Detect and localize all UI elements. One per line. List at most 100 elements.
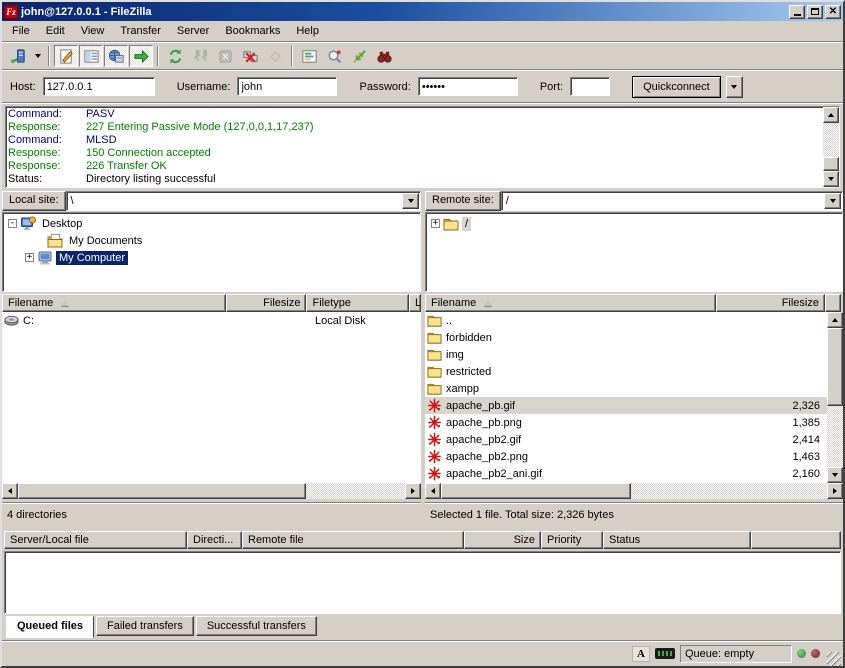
tree-item-my-documents[interactable]: My Documents (3, 232, 420, 249)
column-header-direction[interactable]: Directi... (187, 531, 242, 549)
local-hscrollbar[interactable] (2, 483, 421, 499)
transfer-type-indicator-icon[interactable]: A (632, 646, 650, 662)
menu-file[interactable]: File (4, 23, 38, 39)
quickconnect-button[interactable]: Quickconnect (632, 76, 721, 98)
speed-limit-indicator-icon[interactable] (655, 648, 675, 659)
tree-item-desktop[interactable]: - Desktop (3, 215, 420, 232)
column-header-status[interactable]: Status (603, 531, 751, 549)
column-header-priority[interactable]: Priority (541, 531, 603, 549)
toggle-local-tree-button[interactable] (79, 45, 103, 67)
scroll-up-button[interactable] (827, 312, 843, 328)
tab-failed-transfers[interactable]: Failed transfers (96, 616, 194, 636)
tab-queued-files[interactable]: Queued files (6, 616, 94, 638)
log-scrollbar[interactable] (823, 107, 839, 187)
toggle-message-log-button[interactable] (54, 45, 78, 67)
remote-file-row-selected[interactable]: apache_pb.gif 2,326 (425, 397, 827, 414)
quickconnect-bar: Host: Username: Password: Port: Quickcon… (2, 71, 843, 102)
remote-site-combo[interactable]: / (501, 191, 843, 211)
remote-hscrollbar[interactable] (425, 483, 843, 499)
scrollbar-thumb[interactable] (441, 483, 631, 499)
disconnect-button[interactable] (238, 45, 262, 67)
scroll-left-button[interactable] (2, 483, 18, 499)
menu-bookmarks[interactable]: Bookmarks (217, 23, 288, 39)
column-header-filename[interactable]: Filename (425, 294, 716, 312)
file-name: C: (23, 315, 34, 327)
scroll-down-button[interactable] (823, 171, 839, 187)
scroll-down-button[interactable] (827, 467, 843, 483)
scrollbar-thumb[interactable] (823, 157, 839, 171)
local-site-dropdown-button[interactable] (402, 193, 419, 209)
host-input[interactable] (43, 77, 155, 96)
remote-folder-row[interactable]: restricted (425, 363, 827, 380)
remote-file-row[interactable]: apache_pb2.gif 2,414 (425, 431, 827, 448)
scrollbar-thumb[interactable] (827, 328, 843, 406)
menu-view[interactable]: View (73, 23, 113, 39)
comparison-icon (326, 48, 343, 65)
username-input[interactable] (237, 77, 337, 96)
column-header-filesize[interactable]: Filesize (716, 294, 825, 312)
disk-drive-icon (4, 313, 20, 329)
synchronized-browsing-button[interactable] (347, 45, 371, 67)
log-text: PASV (86, 108, 115, 121)
process-queue-button[interactable] (188, 45, 212, 67)
collapse-expander[interactable]: - (8, 219, 17, 228)
file-name: xampp (446, 383, 479, 395)
remote-file-row[interactable]: apache_pb.png 1,385 (425, 414, 827, 431)
menu-edit[interactable]: Edit (38, 23, 73, 39)
window-title: john@127.0.0.1 - FileZilla (21, 6, 787, 18)
maximize-button[interactable] (807, 5, 823, 19)
scroll-left-button[interactable] (425, 483, 441, 499)
cancel-operation-button[interactable] (213, 45, 237, 67)
remote-folder-row[interactable]: .. (425, 312, 827, 329)
column-header-remote-file[interactable]: Remote file (242, 531, 464, 549)
directory-filters-button[interactable] (297, 45, 321, 67)
remote-folder-row[interactable]: xampp (425, 380, 827, 397)
port-input[interactable] (570, 77, 610, 96)
remote-vscrollbar[interactable] (827, 312, 843, 483)
toggle-transfer-queue-button[interactable] (129, 45, 153, 67)
directory-comparison-button[interactable] (322, 45, 346, 67)
quickconnect-dropdown-button[interactable] (726, 76, 743, 98)
refresh-button[interactable] (163, 45, 187, 67)
column-header-last-modified[interactable]: L (409, 294, 421, 312)
minimize-button[interactable] (789, 5, 805, 19)
file-size: 1,463 (792, 451, 820, 463)
send-activity-indicator-icon (811, 649, 820, 658)
scroll-right-button[interactable] (827, 483, 843, 499)
remote-folder-row[interactable]: forbidden (425, 329, 827, 346)
remote-site-dropdown-button[interactable] (824, 193, 841, 209)
column-header-filesize[interactable]: Filesize (226, 294, 307, 312)
remote-file-row[interactable]: apache_pb2.png 1,463 (425, 448, 827, 465)
column-header-size[interactable]: Size (464, 531, 541, 549)
reconnect-button[interactable] (263, 45, 287, 67)
find-files-button[interactable] (372, 45, 396, 67)
scroll-right-button[interactable] (405, 483, 421, 499)
column-header-server-local-file[interactable]: Server/Local file (4, 531, 187, 549)
menu-transfer[interactable]: Transfer (112, 23, 169, 39)
local-file-row[interactable]: C: Local Disk (2, 312, 421, 329)
tab-successful-transfers[interactable]: Successful transfers (196, 616, 317, 636)
site-manager-dropdown-button[interactable] (31, 45, 44, 67)
tree-item-root[interactable]: + / (426, 215, 842, 232)
image-file-icon (427, 432, 443, 448)
scrollbar-thumb[interactable] (18, 483, 306, 499)
remote-file-row[interactable]: apache_pb2_ani.gif 2,160 (425, 465, 827, 482)
menu-server[interactable]: Server (169, 23, 217, 39)
scroll-up-button[interactable] (823, 107, 839, 123)
tree-item-my-computer[interactable]: + My Computer (3, 249, 420, 266)
close-icon: ✕ (829, 6, 837, 17)
toggle-remote-tree-button[interactable] (104, 45, 128, 67)
local-site-combo[interactable]: \ (66, 191, 421, 211)
expand-expander[interactable]: + (431, 219, 440, 228)
remote-folder-row[interactable]: img (425, 346, 827, 363)
port-label: Port: (540, 81, 563, 93)
site-manager-button[interactable] (6, 45, 30, 67)
column-header-filename[interactable]: Filename (2, 294, 226, 312)
close-button[interactable]: ✕ (825, 5, 841, 19)
column-header-filetype[interactable]: Filetype (306, 294, 409, 312)
expand-expander[interactable]: + (25, 253, 34, 262)
menu-help[interactable]: Help (288, 23, 327, 39)
resize-grip[interactable] (827, 652, 841, 666)
password-input[interactable] (418, 77, 518, 96)
tree-item-label: Desktop (39, 217, 85, 231)
